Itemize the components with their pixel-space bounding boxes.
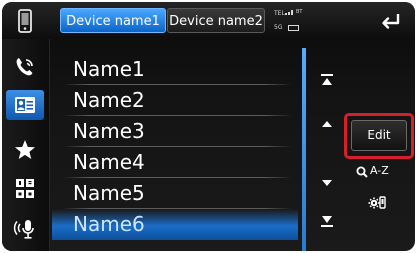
search-az-label: A-Z xyxy=(370,164,389,177)
header-bar: Device name1 Device name2 TEL BT 5G xyxy=(2,2,415,39)
search-icon xyxy=(356,166,368,178)
status-line2: BT xyxy=(296,9,303,15)
scroll-bottom-icon xyxy=(321,216,333,227)
list-item-label: Name3 xyxy=(73,119,145,143)
list-item-name2[interactable]: Name2 xyxy=(52,85,298,116)
arrow-up-icon xyxy=(322,121,332,127)
search-az-button[interactable]: A-Z xyxy=(356,163,406,179)
signal-strength-icon xyxy=(285,10,293,15)
list-item-label: Name2 xyxy=(73,88,145,112)
keypad-icon xyxy=(16,179,34,198)
tab-device-name2[interactable]: Device name2 xyxy=(167,8,265,33)
contact-list: Name1 Name2 Name3 Name4 Name5 Name6 xyxy=(52,48,298,251)
scroll-top-icon xyxy=(321,74,333,85)
scrollbar[interactable] xyxy=(302,48,306,251)
sidebar-item-keypad[interactable] xyxy=(6,174,44,204)
arrow-down-icon xyxy=(322,180,332,186)
list-item-label: Name5 xyxy=(73,181,145,205)
list-item-name3[interactable]: Name3 xyxy=(52,116,298,147)
sidebar-item-phone[interactable] xyxy=(6,52,44,82)
settings-gear-icon xyxy=(368,196,386,209)
tab-device-name1[interactable]: Device name1 xyxy=(60,8,166,33)
star-icon xyxy=(15,140,35,159)
scroll-to-top-button[interactable] xyxy=(316,70,338,90)
phone-handset-icon xyxy=(16,58,33,76)
list-item-label: Name4 xyxy=(73,150,145,174)
page-down-button[interactable] xyxy=(316,172,338,192)
back-arrow-icon xyxy=(382,14,400,29)
connection-status: TEL BT 5G xyxy=(274,8,308,33)
list-item-label: Name1 xyxy=(73,57,145,81)
list-item-name4[interactable]: Name4 xyxy=(52,147,298,178)
sidebar xyxy=(2,39,50,251)
back-button[interactable] xyxy=(376,9,406,33)
scroll-to-bottom-button[interactable] xyxy=(316,211,338,231)
list-item-name6[interactable]: Name6 xyxy=(52,209,298,240)
battery-icon xyxy=(288,25,299,31)
phonebook-icon xyxy=(15,97,35,113)
status-line3: 5G xyxy=(274,24,283,31)
sidebar-item-phonebook[interactable] xyxy=(6,90,44,120)
sidebar-item-favorites[interactable] xyxy=(6,135,44,165)
page-up-button[interactable] xyxy=(316,114,338,134)
sidebar-item-voice[interactable] xyxy=(6,214,44,244)
voice-recognition-icon xyxy=(13,220,34,239)
status-line1: TEL xyxy=(274,10,285,17)
list-item-name5[interactable]: Name5 xyxy=(52,178,298,209)
mobile-phone-icon[interactable] xyxy=(14,7,36,35)
contact-settings-button[interactable] xyxy=(359,190,395,214)
edit-button[interactable]: Edit xyxy=(351,120,407,151)
list-item-name1[interactable]: Name1 xyxy=(52,54,298,85)
phone-screen: Device name1 Device name2 TEL BT 5G Name… xyxy=(2,2,415,251)
list-item-label: Name6 xyxy=(73,212,145,236)
